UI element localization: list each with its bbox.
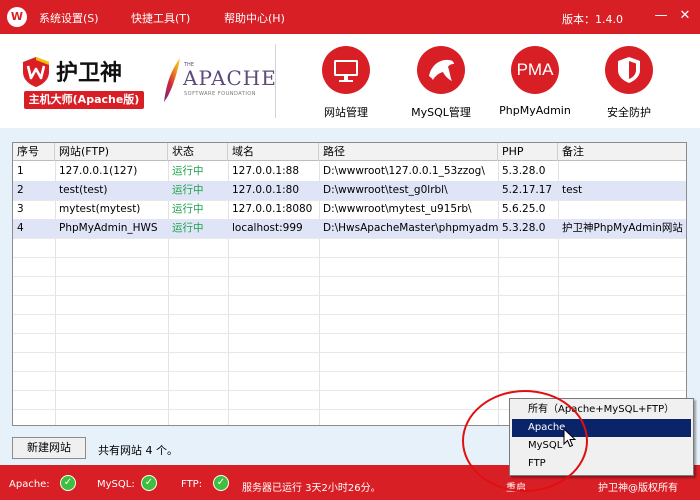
cell-no: 1	[17, 165, 24, 177]
logo-title: 护卫神	[56, 61, 123, 86]
menu-item-ftp[interactable]: FTP	[512, 455, 691, 473]
tool-circle	[417, 46, 465, 94]
column-header-path[interactable]: 路径	[319, 143, 498, 161]
tool-circle	[605, 46, 653, 94]
cell-domain: 127.0.0.1:80	[232, 184, 299, 196]
tool-mysql-management[interactable]: MySQL管理	[401, 46, 481, 126]
menu-item-all-services[interactable]: 所有（Apache+MySQL+FTP）	[512, 401, 691, 419]
cell-note: 护卫神PhpMyAdmin网站	[562, 222, 683, 234]
restart-button[interactable]: 重启	[506, 479, 526, 494]
shield-icon	[618, 57, 640, 83]
column-header-site[interactable]: 网站(FTP)	[55, 143, 168, 161]
tool-label: 网站管理	[324, 106, 368, 119]
monitor-icon	[334, 60, 358, 82]
grid-line	[13, 295, 686, 296]
cell-note	[558, 162, 686, 181]
site-table[interactable]: 序号 网站(FTP) 状态 域名 路径 PHP 备注 1 127.0.0.1(1…	[12, 142, 687, 426]
cell-domain: 127.0.0.1:8080	[232, 203, 313, 215]
title-bar: W 系统设置(S) 快捷工具(T) 帮助中心(H) 版本：1.4.0 — ✕	[0, 0, 700, 34]
cell-domain: localhost:999	[232, 222, 303, 234]
menu-item-mysql[interactable]: MySQL	[512, 437, 691, 455]
grid-line	[13, 276, 686, 277]
logo-subtitle: 主机大师(Apache版)	[24, 91, 144, 109]
cell-php: 5.2.17.17	[502, 184, 553, 196]
cell-domain: 127.0.0.1:88	[232, 165, 299, 177]
cell-php: 5.6.25.0	[502, 203, 546, 215]
copyright-label: 护卫神@版权所有	[598, 483, 678, 494]
tool-circle	[322, 46, 370, 94]
hws-shield-logo-icon	[23, 57, 49, 87]
tool-label: MySQL管理	[411, 106, 471, 119]
grid-line	[13, 257, 686, 258]
apache-wordmark: APACHE	[183, 66, 277, 90]
menu-system-settings[interactable]: 系统设置(S)	[39, 10, 99, 26]
apache-ok-icon: ✓	[60, 475, 76, 491]
column-header-domain[interactable]: 域名	[228, 143, 319, 161]
cell-site: test(test)	[59, 184, 108, 196]
menu-quick-tools[interactable]: 快捷工具(T)	[131, 10, 190, 26]
version-label: 版本：1.4.0	[562, 13, 623, 26]
cell-status: 运行中	[172, 165, 204, 177]
cell-note	[558, 200, 686, 219]
tool-label: 安全防护	[607, 106, 651, 119]
menu-item-apache[interactable]: Apache	[512, 419, 691, 437]
table-row[interactable]: 3 mytest(mytest) 运行中 127.0.0.1:8080 D:\w…	[13, 200, 686, 219]
cell-no: 4	[17, 222, 24, 234]
new-site-button[interactable]: 新建网站	[12, 437, 86, 459]
tool-label: PhpMyAdmin	[499, 104, 571, 117]
grid-line	[13, 390, 686, 391]
menu-help-center[interactable]: 帮助中心(H)	[224, 10, 285, 26]
apache-status-label: Apache:	[9, 479, 50, 490]
table-row[interactable]: 4 PhpMyAdmin_HWS 运行中 localhost:999 D:\Hw…	[13, 219, 686, 238]
cell-site: PhpMyAdmin_HWS	[59, 222, 158, 234]
tool-phpmyadmin[interactable]: PMA PhpMyAdmin	[495, 46, 575, 126]
cell-path: D:\wwwroot\mytest_u915rb\	[323, 203, 472, 215]
mouse-cursor-icon	[563, 428, 577, 448]
cell-no: 2	[17, 184, 24, 196]
grid-line	[13, 333, 686, 334]
table-header: 序号 网站(FTP) 状态 域名 路径 PHP 备注	[13, 143, 686, 161]
header-panel: 护卫神 主机大师(Apache版) THE APACHE SOFTWARE FO…	[0, 34, 700, 128]
cell-path: D:\HwsApacheMaster\phpmyadmin	[323, 222, 498, 234]
grid-line	[13, 371, 686, 372]
cell-php: 5.3.28.0	[502, 165, 546, 177]
cell-path: D:\wwwroot\127.0.0.1_53zzog\	[323, 165, 485, 177]
minimize-button[interactable]: —	[648, 4, 674, 28]
header-divider	[275, 44, 276, 118]
pma-icon: PMA	[516, 60, 554, 79]
close-button[interactable]: ✕	[672, 4, 698, 28]
apache-feather-icon	[164, 58, 180, 102]
column-header-php[interactable]: PHP	[498, 143, 558, 161]
mysql-status-label: MySQL:	[97, 479, 135, 490]
grid-line	[13, 238, 686, 239]
uptime-label: 服务器已运行 3天2小时26分。	[242, 483, 381, 494]
column-header-no[interactable]: 序号	[13, 143, 55, 161]
grid-line	[13, 314, 686, 315]
table-row[interactable]: 2 test(test) 运行中 127.0.0.1:80 D:\wwwroot…	[13, 181, 686, 200]
cell-status: 运行中	[172, 222, 204, 234]
site-count-label: 共有网站 4 个。	[98, 444, 178, 457]
column-header-note[interactable]: 备注	[558, 143, 686, 161]
cell-site: mytest(mytest)	[59, 203, 141, 215]
cell-php: 5.3.28.0	[502, 222, 546, 234]
tool-circle: PMA	[511, 46, 559, 94]
cell-note: test	[562, 184, 583, 196]
ftp-ok-icon: ✓	[213, 475, 229, 491]
mysql-ok-icon: ✓	[141, 475, 157, 491]
restart-service-menu: 所有（Apache+MySQL+FTP） Apache MySQL FTP	[509, 398, 694, 476]
cell-path: D:\wwwroot\test_g0lrbl\	[323, 184, 448, 196]
grid-line	[13, 352, 686, 353]
cell-status: 运行中	[172, 184, 204, 196]
tool-site-management[interactable]: 网站管理	[306, 46, 386, 126]
cell-no: 3	[17, 203, 24, 215]
apache-foundation-text: SOFTWARE FOUNDATION	[184, 91, 256, 97]
cell-status: 运行中	[172, 203, 204, 215]
table-row[interactable]: 1 127.0.0.1(127) 运行中 127.0.0.1:88 D:\www…	[13, 162, 686, 181]
cell-site: 127.0.0.1(127)	[59, 165, 138, 177]
ftp-status-label: FTP:	[181, 479, 203, 490]
dolphin-icon	[429, 59, 454, 81]
app-icon: W	[7, 7, 27, 27]
tool-security-protection[interactable]: 安全防护	[589, 46, 669, 126]
column-header-status[interactable]: 状态	[168, 143, 228, 161]
